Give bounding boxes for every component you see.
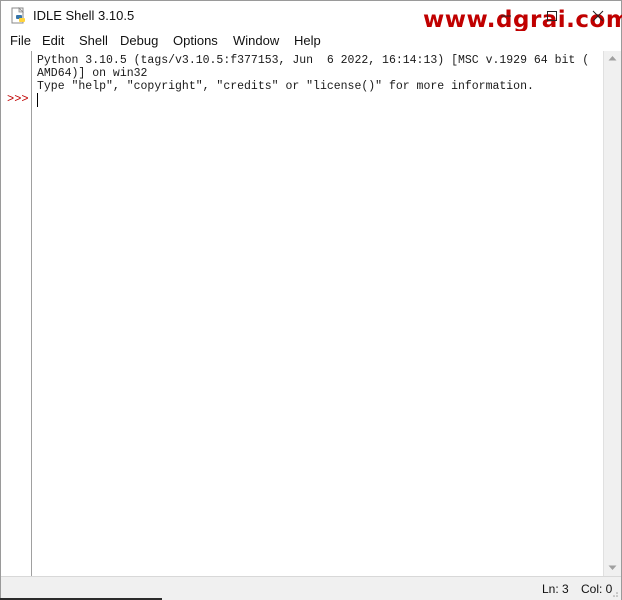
idle-shell-window: IDLE Shell 3.10.5 www.dgrai.com File Edi… [0,0,622,600]
shell-output-line: AMD64)] on win32 [37,67,148,80]
vertical-scrollbar[interactable] [603,51,621,576]
maximize-button[interactable] [529,1,575,31]
shell-text-area[interactable]: Python 3.10.5 (tags/v3.10.5:f377153, Jun… [32,51,602,576]
scroll-down-icon[interactable] [608,565,617,571]
menu-bar: File Edit Shell Debug Options Window Hel… [1,31,621,51]
text-cursor [37,93,38,107]
menu-options[interactable]: Options [172,33,219,48]
shell-output-line: Type "help", "copyright", "credits" or "… [37,80,534,93]
prompt-gutter: >>> [1,51,32,576]
python-idle-icon [10,7,28,25]
maximize-icon [547,11,557,21]
menu-shell[interactable]: Shell [78,33,109,48]
shell-prompt: >>> [7,92,29,106]
scroll-up-icon[interactable] [608,55,617,61]
status-column-number: Col: 0 [581,582,613,596]
menu-file[interactable]: File [9,33,32,48]
close-icon [592,10,604,22]
menu-debug[interactable]: Debug [119,33,159,48]
menu-window[interactable]: Window [232,33,280,48]
minimize-button[interactable] [483,1,529,31]
shell-editor[interactable]: >>> Python 3.10.5 (tags/v3.10.5:f377153,… [1,51,621,576]
menu-edit[interactable]: Edit [41,33,65,48]
title-bar[interactable]: IDLE Shell 3.10.5 www.dgrai.com [1,1,622,33]
minimize-icon [501,15,511,17]
status-line-number: Ln: 3 [542,582,569,596]
window-title: IDLE Shell 3.10.5 [33,8,135,23]
menu-help[interactable]: Help [293,33,322,48]
close-button[interactable] [575,1,621,31]
shell-output-line: Python 3.10.5 (tags/v3.10.5:f377153, Jun… [37,54,590,67]
resize-grip-icon[interactable] [609,588,619,598]
status-bar: Ln: 3 Col: 0 [1,576,621,600]
